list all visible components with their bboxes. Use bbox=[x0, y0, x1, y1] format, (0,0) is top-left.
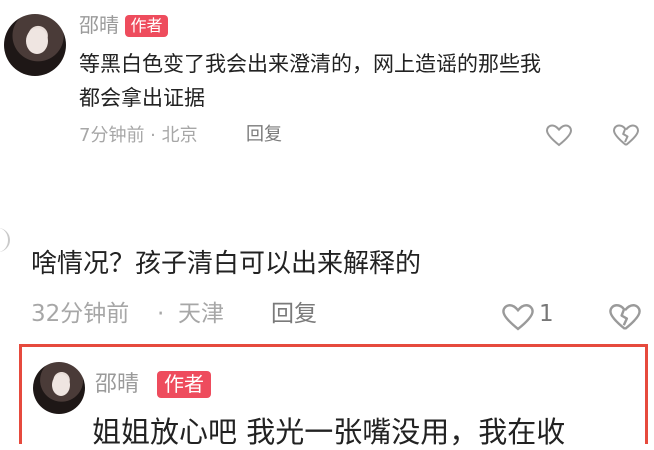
comment-author-name[interactable]: 邵晴 bbox=[79, 15, 119, 35]
heart-outline-icon[interactable] bbox=[501, 303, 535, 333]
author-badge: 作者 bbox=[125, 15, 168, 37]
comment-text-line-1: 等黑白色变了我会出来澄清的，网上造谣的那些我 bbox=[79, 52, 541, 76]
comment-time-location: 7分钟前 · 北京 bbox=[79, 125, 198, 146]
reply-button[interactable]: 回复 bbox=[246, 126, 282, 144]
comment-text: 啥情况？孩子清白可以出来解释的 bbox=[31, 249, 422, 279]
meta-separator: · bbox=[157, 301, 165, 327]
comment-author-name[interactable]: 邵晴 bbox=[95, 374, 139, 396]
broken-heart-icon[interactable] bbox=[608, 303, 642, 333]
like-count: 1 bbox=[539, 301, 554, 327]
broken-heart-icon[interactable] bbox=[612, 124, 640, 148]
comment-time: 32分钟前 bbox=[31, 301, 130, 327]
author-badge: 作者 bbox=[157, 371, 211, 398]
avatar[interactable] bbox=[33, 362, 85, 414]
reply-button[interactable]: 回复 bbox=[271, 303, 317, 326]
comment-text-partial: 姐姐放心吧 我光一张嘴没用，我在收 bbox=[92, 415, 566, 449]
comment-location: 天津 bbox=[178, 301, 224, 327]
avatar[interactable] bbox=[4, 14, 66, 76]
heart-outline-icon[interactable] bbox=[545, 124, 573, 148]
avatar-edge bbox=[0, 228, 10, 252]
comment-text-line-2: 都会拿出证据 bbox=[79, 86, 205, 110]
